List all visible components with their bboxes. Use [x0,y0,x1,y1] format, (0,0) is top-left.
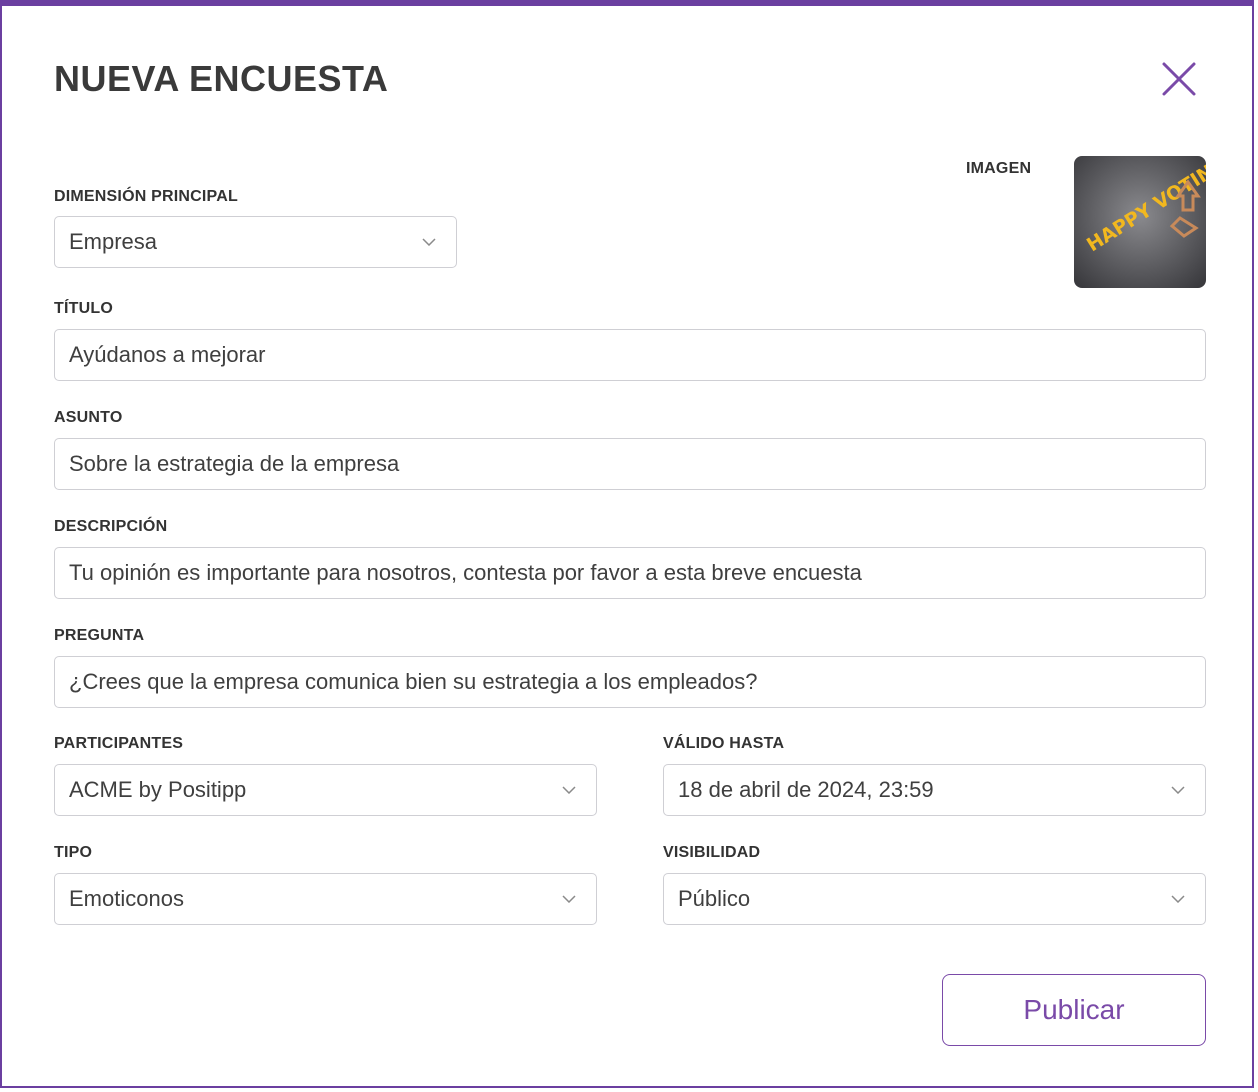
dialog-title: NUEVA ENCUESTA [54,58,389,99]
participants-label: PARTICIPANTES [54,735,184,752]
publish-button[interactable]: Publicar [942,974,1206,1046]
subject-input[interactable] [54,438,1206,490]
valid-until-value: 18 de abril de 2024, 23:59 [678,777,934,802]
subject-label: ASUNTO [54,409,123,426]
type-label: TIPO [54,844,93,861]
chevron-down-icon [1171,786,1185,794]
valid-until-label: VÁLIDO HASTA [663,735,785,752]
close-icon[interactable] [1160,60,1200,100]
image-label: IMAGEN [966,160,1032,177]
chevron-down-icon [1171,895,1185,903]
title-label: TÍTULO [54,300,113,317]
chevron-down-icon [422,238,436,246]
dimension-label: DIMENSIÓN PRINCIPAL [54,188,238,205]
dimension-value: Empresa [69,229,158,254]
type-value: Emoticonos [69,886,184,911]
participants-select[interactable]: ACME by Positipp [54,764,597,816]
new-survey-dialog: NUEVA ENCUESTA IMAGEN HAPPY VOTING DIMEN… [0,0,1254,1088]
participants-value: ACME by Positipp [69,777,247,802]
dimension-select[interactable]: Empresa [54,216,457,268]
visibility-value: Público [678,886,751,911]
survey-image-thumbnail[interactable]: HAPPY VOTING [1074,156,1206,288]
question-label: PREGUNTA [54,627,145,644]
visibility-label: VISIBILIDAD [663,844,761,861]
type-select[interactable]: Emoticonos [54,873,597,925]
chevron-down-icon [562,895,576,903]
visibility-select[interactable]: Público [663,873,1206,925]
chevron-down-icon [562,786,576,794]
description-label: DESCRIPCIÓN [54,518,168,535]
description-input[interactable] [54,547,1206,599]
valid-until-select[interactable]: 18 de abril de 2024, 23:59 [663,764,1206,816]
happy-voting-image: HAPPY VOTING [1074,156,1206,288]
title-input[interactable] [54,329,1206,381]
question-input[interactable] [54,656,1206,708]
